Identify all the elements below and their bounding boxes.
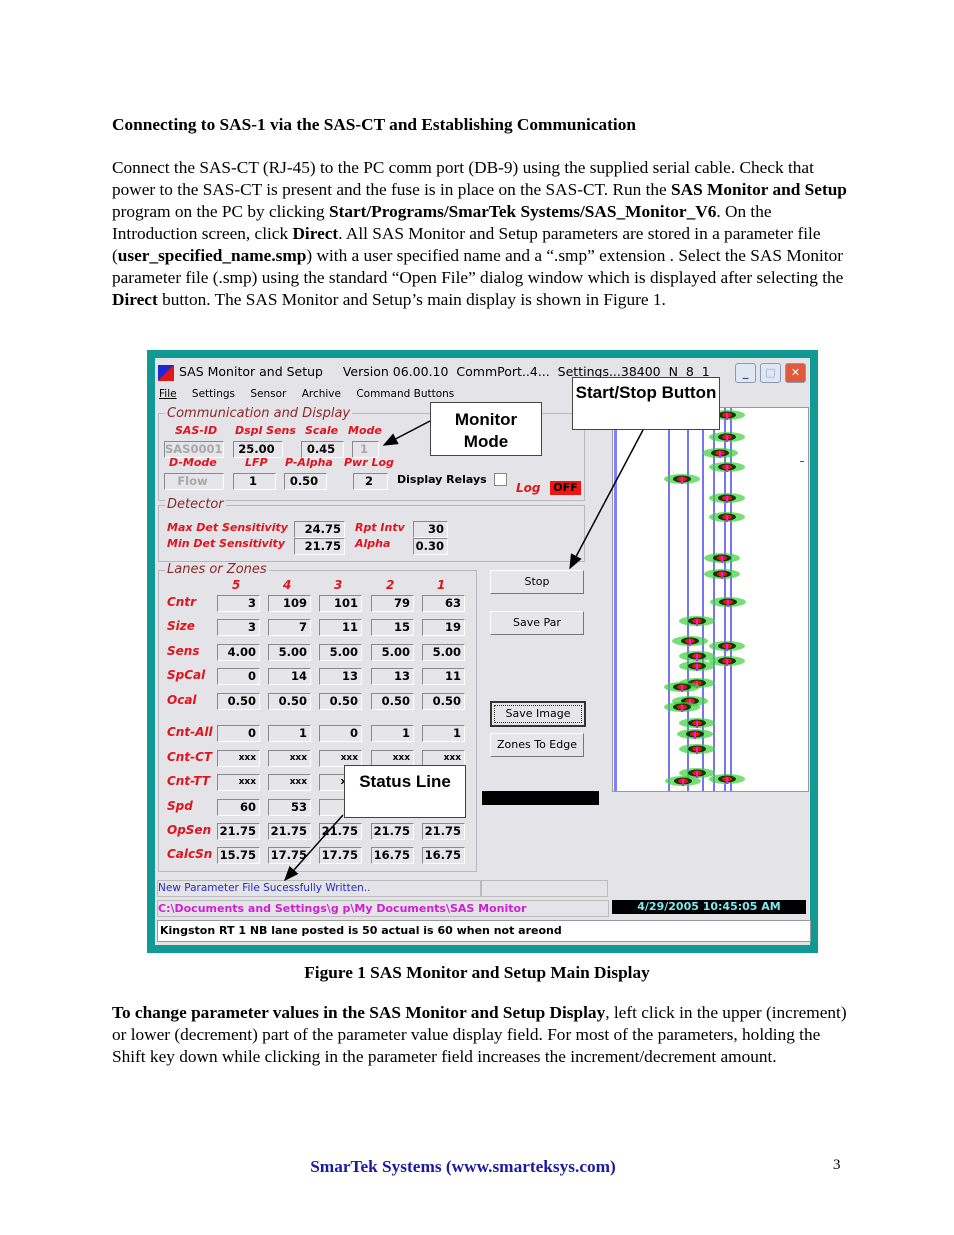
arrow-status-line: [284, 814, 344, 882]
figure-caption: Figure 1 SAS Monitor and Setup Main Disp…: [304, 963, 650, 982]
document-page: Connecting to SAS-1 via the SAS-CT and E…: [0, 0, 954, 1235]
arrow-start-stop: [569, 429, 644, 570]
text-run: To change parameter values in the SAS Mo…: [112, 1003, 606, 1022]
page-number: 3: [833, 1157, 841, 1173]
arrow-monitor-mode: [382, 420, 431, 446]
paragraph-change-params: To change parameter values in the SAS Mo…: [112, 1002, 847, 1068]
footer-link[interactable]: SmarTek Systems (www.smarteksys.com): [0, 1157, 926, 1177]
